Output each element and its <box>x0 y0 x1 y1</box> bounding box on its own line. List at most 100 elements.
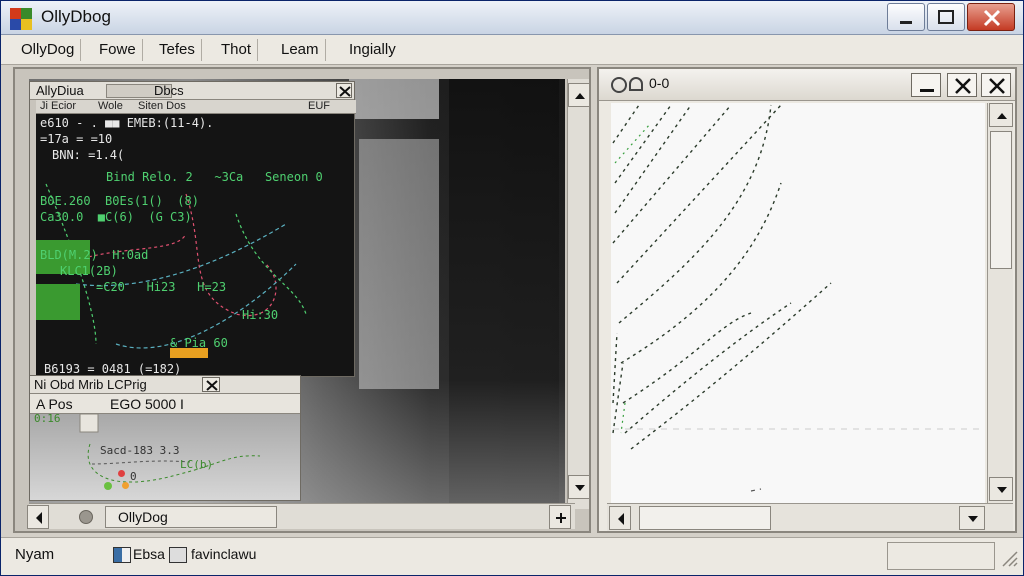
menu-bar: OllyDog Fowe Tefes Thot Leam Ingially <box>1 35 1023 65</box>
status-label[interactable]: favinclawu <box>191 546 256 562</box>
tool-label[interactable]: Siten Dos <box>138 100 186 112</box>
left-vertical-scrollbar[interactable] <box>567 79 590 509</box>
scroll-thumb-label: OllyDog <box>118 509 168 525</box>
add-button[interactable] <box>549 505 571 529</box>
menu-item-leam[interactable]: Leam <box>275 39 326 61</box>
maximize-icon <box>938 10 954 24</box>
memory-label: 0 <box>130 470 137 483</box>
close-button[interactable] <box>967 3 1015 31</box>
arrow-left-icon <box>618 513 624 525</box>
graph-view[interactable] <box>611 103 985 538</box>
menu-item-fowe[interactable]: Fowe <box>93 39 143 61</box>
disassembly-title-bar[interactable]: AllyDiua Dbcs <box>30 82 354 100</box>
memory-window[interactable]: Ni Obd Mrib LCPrig A Pos EGO 5000 I 0:16… <box>29 375 301 501</box>
menu-item-ollydog[interactable]: OllyDog <box>15 39 82 61</box>
right-pane-title-bar[interactable]: 0-0 <box>599 69 1015 101</box>
memory-graph-lines <box>79 414 261 483</box>
memory-tool-label[interactable]: EGO 5000 I <box>110 396 184 412</box>
scroll-down-button[interactable] <box>989 477 1013 501</box>
code-line[interactable]: =17a = =10 <box>40 132 112 146</box>
code-line[interactable]: KLC1(2B) <box>60 264 118 278</box>
status-text: Nyam <box>15 546 55 563</box>
right-pane-title: 0-0 <box>649 75 670 91</box>
code-line[interactable]: & Pia 60 <box>170 336 228 350</box>
memory-label: Sacd-183 3.3 <box>100 444 180 457</box>
scroll-up-button[interactable] <box>568 83 590 107</box>
right-pane: 0-0 <box>597 67 1017 538</box>
code-line[interactable]: Ca30.0 ■C(6) (G C3) <box>40 210 192 224</box>
menu-item-ingially[interactable]: Ingially <box>343 39 402 61</box>
panel-icon[interactable] <box>169 547 187 563</box>
scroll-left-button[interactable] <box>27 505 49 529</box>
graph-icon <box>629 77 643 91</box>
code-line[interactable]: BLD(M.2) H:0ad <box>40 248 148 262</box>
highlight-block <box>36 284 80 320</box>
close-icon <box>983 9 1001 27</box>
status-field <box>887 542 995 570</box>
horizontal-scroll-thumb[interactable]: OllyDog <box>105 506 277 528</box>
memory-toolbar: A Pos EGO 5000 I <box>30 394 300 414</box>
memory-label: LC(b) <box>180 458 214 471</box>
status-bar: Nyam Ebsa favinclawu <box>1 537 1023 575</box>
right-close-button[interactable] <box>981 73 1011 97</box>
tool-label[interactable]: Ji Ecior <box>40 100 76 112</box>
minimize-icon <box>900 21 912 24</box>
memory-body[interactable]: 0:16 Sacd-183 3.3 LC(b) 0 <box>30 412 300 500</box>
close-icon <box>989 78 1005 94</box>
window-icon[interactable] <box>113 547 131 563</box>
right-vertical-scrollbar[interactable] <box>987 103 1013 503</box>
tool-label[interactable]: Wole <box>98 100 123 112</box>
view-icon <box>611 77 627 93</box>
marker-dot <box>122 482 129 489</box>
disassembly-close-button[interactable] <box>336 83 352 98</box>
scroll-left-button[interactable] <box>609 506 631 530</box>
right-minimize-button[interactable] <box>911 73 941 97</box>
graph-lines <box>612 104 985 538</box>
marker-dot <box>104 482 112 490</box>
status-label[interactable]: Ebsa <box>133 546 165 562</box>
right-horizontal-scrollbar[interactable] <box>607 503 1013 531</box>
disassembly-tab[interactable]: Dbcs <box>154 83 184 98</box>
disassembly-title: AllyDiua <box>36 83 84 98</box>
code-line[interactable]: e610 - . ■■ EMEB:(11-4). <box>40 116 213 130</box>
memory-close-button[interactable] <box>202 377 220 392</box>
horizontal-scroll-thumb[interactable] <box>639 506 771 530</box>
left-horizontal-scrollbar[interactable]: OllyDog <box>27 503 575 529</box>
memory-label: 0:16 <box>34 412 61 425</box>
close-icon <box>339 86 351 97</box>
arrow-up-icon <box>997 113 1007 119</box>
arrow-up-icon <box>575 93 585 99</box>
arrow-down-icon <box>997 487 1007 493</box>
dropdown-button[interactable] <box>959 506 985 530</box>
code-line[interactable]: B0E.260 B0Es(1() (8) <box>40 194 199 208</box>
code-line[interactable]: B6193 = 0481 (=182) <box>44 362 181 376</box>
menu-item-tefes[interactable]: Tefes <box>153 39 202 61</box>
minimize-icon <box>920 89 934 92</box>
window-title: OllyDbog <box>41 7 111 26</box>
app-icon <box>10 8 32 30</box>
app-window: OllyDbog OllyDog Fowe Tefes Thot Leam In… <box>0 0 1024 576</box>
menu-item-thot[interactable]: Thot <box>215 39 259 61</box>
minimize-button[interactable] <box>887 3 925 31</box>
memory-tool-label[interactable]: A Pos <box>36 396 73 412</box>
code-line[interactable]: =C20 Hi23 H=23 <box>96 280 226 294</box>
disassembly-window[interactable]: AllyDiua Dbcs Ji Ecior Wole Siten Dos EU… <box>29 81 356 377</box>
plus-icon <box>556 513 566 523</box>
code-line[interactable]: Hi:30 <box>242 308 278 322</box>
memory-title-bar[interactable]: Ni Obd Mrib LCPrig <box>30 376 300 394</box>
radio-icon[interactable] <box>79 510 93 524</box>
tool-label[interactable]: EUF <box>308 100 330 112</box>
title-bar[interactable]: OllyDbog <box>1 1 1023 35</box>
disassembly-code-area[interactable]: e610 - . ■■ EMEB:(11-4). =17a = =10 BNN:… <box>36 114 354 376</box>
code-line[interactable]: BNN: =1.4( <box>52 148 124 162</box>
code-line[interactable]: Bind Relo. 2 ~3Ca Seneon 0 <box>106 170 323 184</box>
vertical-scroll-thumb[interactable] <box>990 131 1012 269</box>
memory-title: Ni Obd Mrib LCPrig <box>34 377 147 392</box>
resize-grip-icon[interactable] <box>997 546 1019 568</box>
scroll-up-button[interactable] <box>989 103 1013 127</box>
arrow-down-icon <box>575 485 585 491</box>
arrow-left-icon <box>36 512 42 524</box>
scroll-down-button[interactable] <box>568 475 590 499</box>
right-maximize-button[interactable] <box>947 73 977 97</box>
maximize-button[interactable] <box>927 3 965 31</box>
